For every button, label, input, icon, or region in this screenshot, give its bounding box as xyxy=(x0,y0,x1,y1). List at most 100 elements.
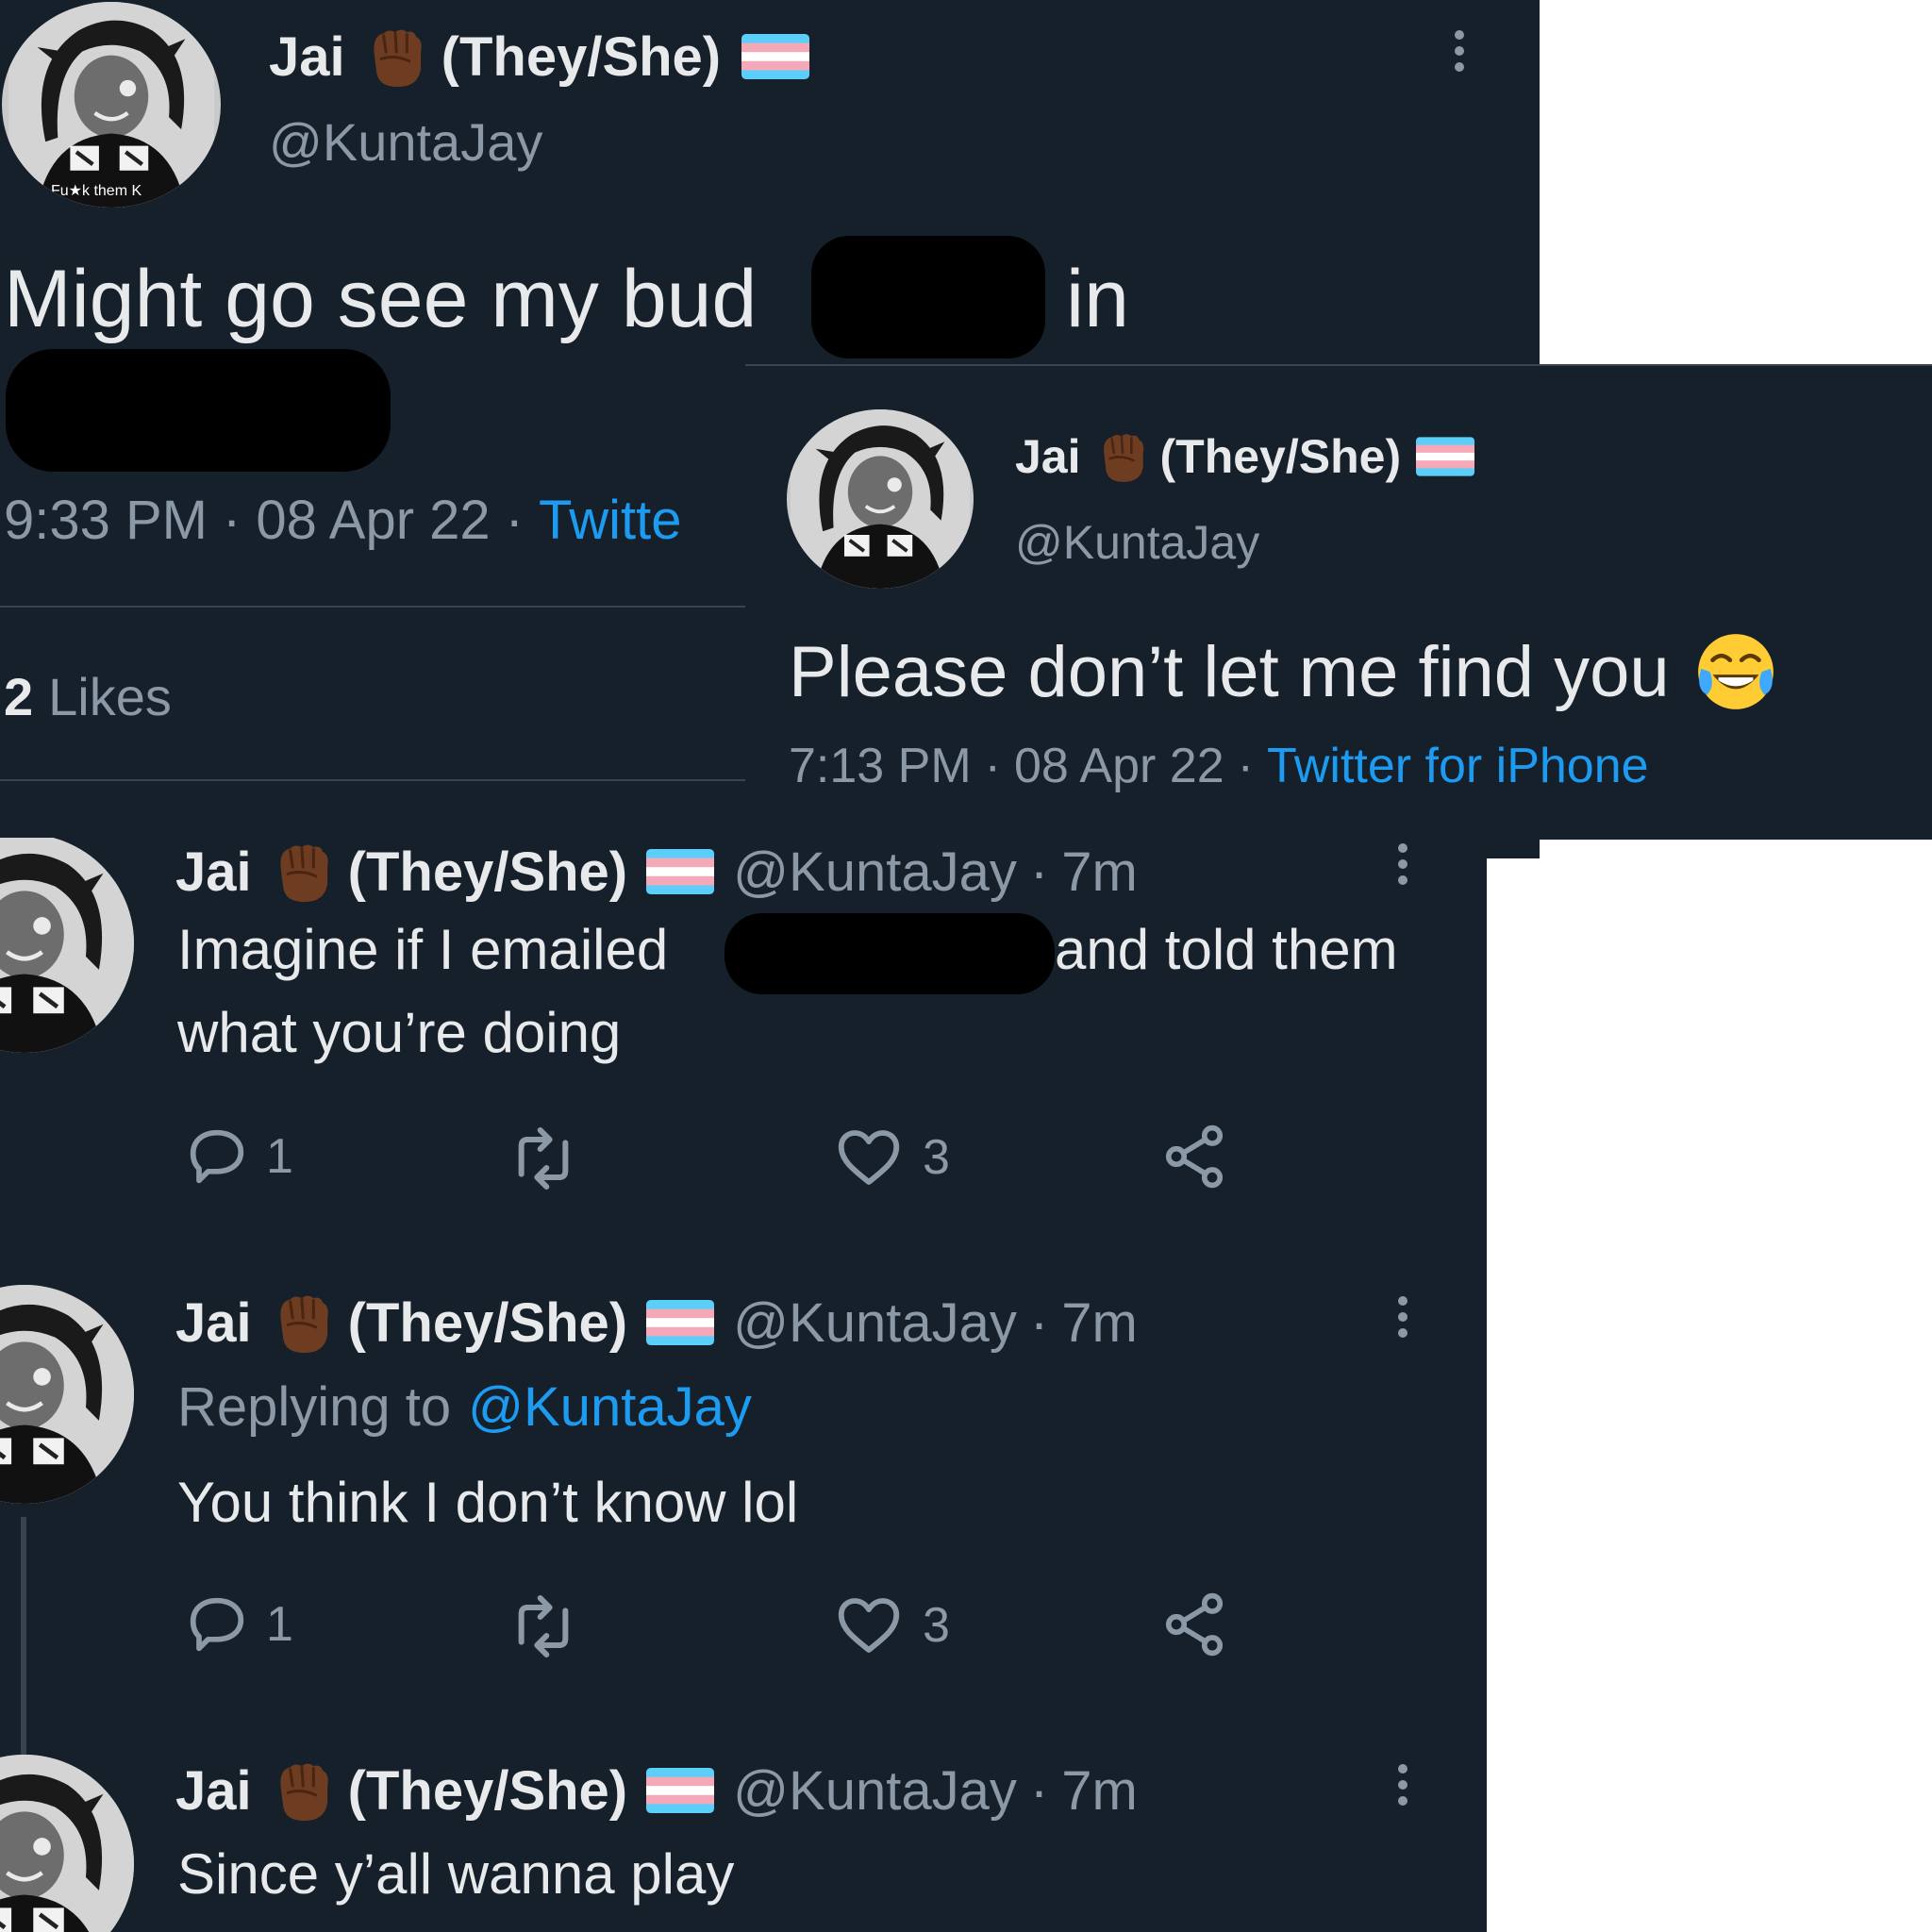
like-button[interactable]: 3 xyxy=(832,1589,950,1662)
author-avatar[interactable] xyxy=(0,1755,134,1932)
separator: · xyxy=(223,490,242,551)
redaction-mark xyxy=(724,913,1055,994)
retweet-icon xyxy=(506,1121,581,1196)
tweet-text-line1-b: in xyxy=(1066,254,1129,344)
share-button[interactable] xyxy=(1158,1589,1230,1660)
likes-stat[interactable]: 2 Likes xyxy=(4,666,172,727)
retweet-button[interactable] xyxy=(506,1121,581,1196)
separator: · xyxy=(505,490,524,551)
author-name-row[interactable]: Jai (They/She) xyxy=(269,21,809,92)
tweet-time: 9:33 PM xyxy=(4,490,208,551)
replying-prefix: Replying to xyxy=(177,1376,452,1438)
display-name: Jai xyxy=(1015,430,1081,483)
author-handle[interactable]: @KuntaJay xyxy=(269,111,542,173)
display-name: Jai xyxy=(175,1291,252,1354)
quoted-tweet-text-row: Please don’t let me find you xyxy=(789,628,1779,715)
transgender-flag-icon xyxy=(741,34,809,79)
author-avatar[interactable] xyxy=(787,409,974,589)
tweet-date: 08 Apr 22 xyxy=(1013,739,1224,793)
transgender-flag-icon xyxy=(1416,437,1474,476)
like-count: 3 xyxy=(923,1130,950,1185)
avatar-image xyxy=(0,1285,134,1504)
separator: · xyxy=(1029,1759,1049,1822)
reply-age: 7m xyxy=(1061,841,1138,903)
retweet-icon xyxy=(506,1589,581,1664)
display-name: Jai xyxy=(175,1759,252,1822)
separator: · xyxy=(1029,841,1049,903)
author-avatar[interactable] xyxy=(0,838,134,1053)
reply-text: You think I don’t know lol xyxy=(177,1471,799,1534)
author-handle[interactable]: @KuntaJay xyxy=(733,1759,1017,1823)
reply-text-b: and told them xyxy=(1055,918,1398,981)
raised-fist-icon xyxy=(267,1756,337,1825)
reply-icon xyxy=(181,1589,253,1660)
reply-count: 1 xyxy=(266,1597,293,1652)
display-name: Jai xyxy=(175,841,252,903)
pronouns: (They/She) xyxy=(1159,430,1402,483)
tweet-time: 7:13 PM xyxy=(789,739,972,793)
reply-text-a: Imagine if I emailed xyxy=(177,918,669,981)
replying-handle-link[interactable]: @KuntaJay xyxy=(468,1375,752,1439)
author-handle[interactable]: @KuntaJay xyxy=(1015,515,1259,570)
reply-age: 7m xyxy=(1061,1291,1138,1354)
redaction-mark xyxy=(6,349,391,472)
like-count: 3 xyxy=(923,1598,950,1653)
share-icon xyxy=(1158,1589,1230,1660)
laughing-emoji-icon xyxy=(1692,628,1779,715)
divider xyxy=(0,606,755,608)
share-icon xyxy=(1158,1121,1230,1192)
avatar-image xyxy=(787,409,974,589)
share-button[interactable] xyxy=(1158,1121,1230,1192)
reply-header: Jai (They/She) @KuntaJay · 7m xyxy=(175,838,1138,906)
pronouns: (They/She) xyxy=(347,1759,628,1822)
avatar-image xyxy=(2,2,221,208)
reply-button[interactable]: 1 xyxy=(181,1121,293,1192)
replies-panel: Jai (They/She) @KuntaJay · 7m Imagine if… xyxy=(0,838,1487,1932)
quoted-tweet-panel: Jai (They/She) @KuntaJay Please don’t le… xyxy=(745,364,1932,840)
avatar-image xyxy=(0,838,134,1053)
thread-line xyxy=(21,1517,26,1772)
divider xyxy=(0,779,755,781)
like-icon xyxy=(832,1121,906,1194)
more-icon[interactable] xyxy=(1398,1764,1407,1812)
author-handle[interactable]: @KuntaJay xyxy=(733,841,1017,904)
author-avatar[interactable]: Fu★k them K xyxy=(2,2,221,208)
tweet-date: 08 Apr 22 xyxy=(256,490,491,551)
transgender-flag-icon xyxy=(646,1300,714,1345)
author-handle[interactable]: @KuntaJay xyxy=(733,1291,1017,1355)
display-name: Jai xyxy=(269,25,345,88)
tweet-meta: 9:33 PM · 08 Apr 22 · Twitte xyxy=(4,489,681,552)
retweet-button[interactable] xyxy=(506,1589,581,1664)
pronouns: (They/She) xyxy=(347,1291,628,1354)
author-name-row[interactable]: Jai (They/She) xyxy=(1015,426,1474,487)
separator: · xyxy=(1237,739,1254,793)
tweet-meta: 7:13 PM · 08 Apr 22 · Twitter for iPhone xyxy=(789,738,1649,794)
transgender-flag-icon xyxy=(646,1768,714,1813)
reply-header: Jai (They/She) @KuntaJay · 7m xyxy=(175,1289,1138,1357)
more-icon[interactable] xyxy=(1455,30,1464,78)
raised-fist-icon xyxy=(267,838,337,907)
raised-fist-icon xyxy=(360,22,430,92)
pronouns: (They/She) xyxy=(441,25,722,88)
reply-count: 1 xyxy=(266,1129,293,1184)
likes-count: 2 xyxy=(4,667,34,726)
reply-header: Jai (They/She) @KuntaJay · 7m xyxy=(175,1757,1138,1824)
more-icon[interactable] xyxy=(1398,843,1407,891)
avatar-image xyxy=(0,1755,134,1932)
more-icon[interactable] xyxy=(1398,1296,1407,1344)
tweet-source-link[interactable]: Twitte xyxy=(539,489,682,552)
tweet-source-link[interactable]: Twitter for iPhone xyxy=(1267,738,1649,794)
separator: · xyxy=(1029,1291,1049,1354)
likes-label: Likes xyxy=(48,667,172,726)
like-button[interactable]: 3 xyxy=(832,1121,950,1194)
like-icon xyxy=(832,1589,906,1662)
avatar-caption: Fu★k them K xyxy=(51,183,142,199)
raised-fist-icon xyxy=(1092,427,1151,486)
author-avatar[interactable] xyxy=(0,1285,134,1504)
reply-button[interactable]: 1 xyxy=(181,1589,293,1660)
quoted-tweet-text: Please don’t let me find you xyxy=(789,631,1670,712)
raised-fist-icon xyxy=(267,1288,337,1357)
reply-text: Since y’all wanna play xyxy=(177,1842,735,1906)
pronouns: (They/She) xyxy=(347,841,628,903)
redaction-mark xyxy=(811,236,1045,358)
